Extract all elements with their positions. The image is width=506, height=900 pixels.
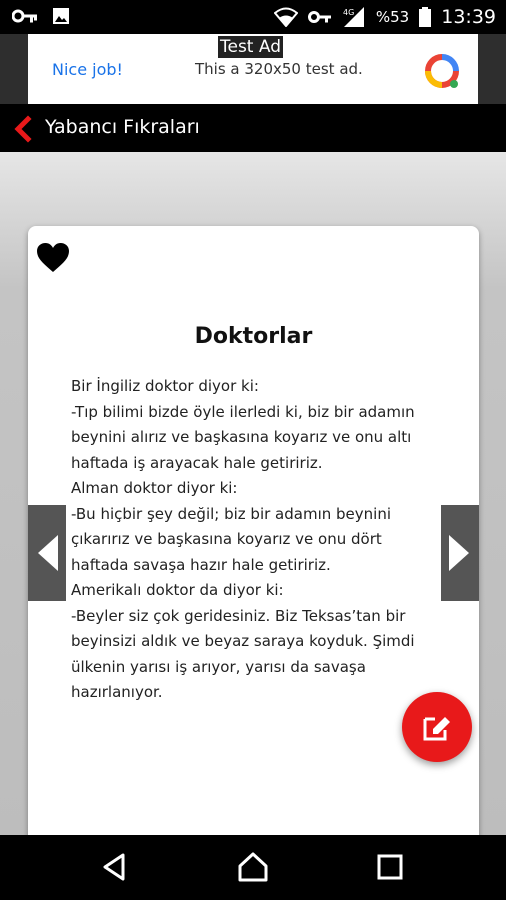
triangle-right-icon: [449, 535, 469, 571]
edit-icon: [423, 717, 450, 741]
status-bar: 4G %53 13:39: [0, 0, 506, 34]
battery-icon: [419, 7, 432, 27]
joke-title: Doktorlar: [194, 324, 313, 349]
joke-line: beynini alırız ve başkasına koyarız ve o…: [71, 428, 412, 446]
ad-nice-text[interactable]: Nice job!: [52, 60, 123, 79]
clock: 13:39: [441, 6, 496, 28]
joke-line: hazırlanıyor.: [71, 683, 163, 701]
svg-text:4G: 4G: [343, 8, 354, 17]
app-toolbar: Yabancı Fıkraları: [0, 104, 506, 152]
vpn-key-icon: [12, 9, 37, 23]
chevron-left-icon[interactable]: [8, 114, 38, 144]
system-nav-bar: [0, 835, 506, 900]
joke-line: -Bu hiçbir şey değil; biz bir adamın bey…: [71, 504, 391, 523]
triangle-left-icon: [38, 535, 58, 571]
joke-line: Alman doktor diyor ki:: [71, 479, 238, 497]
back-triangle-icon[interactable]: [98, 851, 130, 883]
joke-line: haftada savaşa hazır hale getiririz.: [71, 555, 331, 574]
next-joke-button[interactable]: [441, 505, 479, 601]
joke-line: -Tıp bilimi bizde öyle ilerledi ki, biz …: [71, 402, 415, 421]
joke-line: -Beyler siz çok geridesiniz. Biz Teksas’…: [71, 606, 406, 625]
ad-logo-icon[interactable]: [424, 53, 460, 89]
joke-line: beyinsizi aldık ve beyaz saraya koyduk. …: [71, 632, 415, 650]
joke-line: Amerikalı doktor da diyor ki:: [71, 581, 284, 599]
joke-text: Bir İngiliz doktor diyor ki: -Tıp bilimi…: [71, 374, 451, 706]
recents-icon[interactable]: [374, 851, 406, 883]
page-title: Yabancı Fıkraları: [45, 116, 200, 138]
vpn-key-icon: [307, 11, 331, 23]
image-icon: [53, 8, 69, 24]
wifi-icon: [273, 7, 298, 27]
home-icon[interactable]: [237, 851, 269, 883]
joke-line: çıkarırız ve başkasına koyarız ve onu dö…: [71, 530, 382, 548]
joke-line: Bir İngiliz doktor diyor ki:: [71, 377, 259, 395]
ad-label: Test Ad: [218, 36, 284, 58]
edit-fab-button[interactable]: [402, 692, 472, 762]
ad-body-text[interactable]: This a 320x50 test ad.: [195, 60, 363, 78]
joke-line: haftada iş arayacak hale getiririz.: [71, 453, 323, 472]
previous-joke-button[interactable]: [28, 505, 66, 601]
joke-line: ülkenin yarısı iş arıyor, yarısı da sava…: [71, 657, 366, 676]
battery-percent: %53: [375, 8, 410, 26]
heart-icon[interactable]: [36, 242, 70, 274]
signal-icon: 4G: [343, 7, 364, 27]
